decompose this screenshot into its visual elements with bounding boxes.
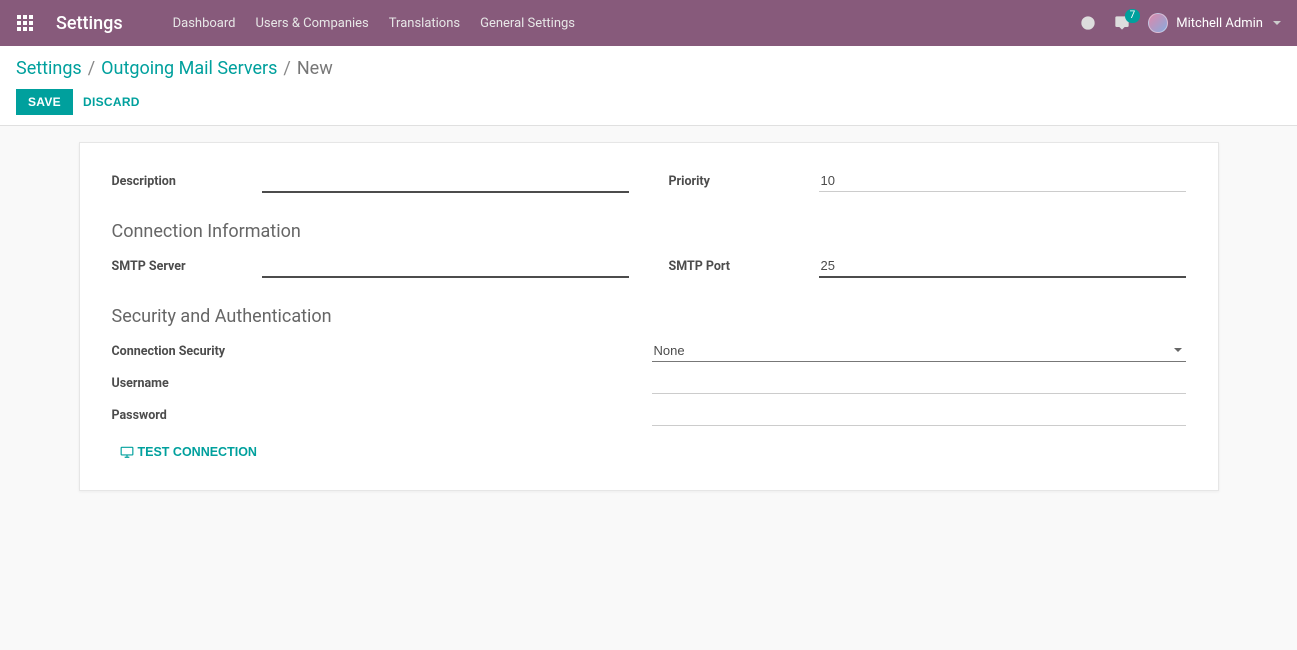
nav-users-companies[interactable]: Users & Companies — [245, 10, 378, 37]
smtp-port-input[interactable] — [819, 255, 1186, 278]
section-connection-info: Connection Information — [112, 221, 1186, 242]
apps-menu-icon[interactable] — [8, 6, 42, 40]
chevron-down-icon — [1273, 21, 1281, 25]
breadcrumb-parent[interactable]: Outgoing Mail Servers — [101, 58, 277, 79]
discuss-badge: 7 — [1125, 9, 1141, 23]
description-input[interactable] — [262, 170, 629, 193]
connection-security-select[interactable] — [652, 340, 1186, 362]
systray: 7 Mitchell Admin — [1080, 13, 1281, 33]
form-sheet: Description Priority Connection Informat… — [79, 142, 1219, 491]
breadcrumb-sep: / — [88, 58, 95, 79]
section-security-auth: Security and Authentication — [112, 306, 1186, 327]
app-brand[interactable]: Settings — [56, 13, 123, 34]
action-buttons: SAVE DISCARD — [16, 89, 1281, 115]
breadcrumb-root[interactable]: Settings — [16, 58, 82, 79]
top-navbar: Settings Dashboard Users & Companies Tra… — [0, 0, 1297, 46]
breadcrumb-sep: / — [283, 58, 290, 79]
description-label: Description — [112, 174, 262, 189]
password-input[interactable] — [652, 404, 1186, 426]
connection-security-label: Connection Security — [112, 344, 652, 359]
test-connection-button[interactable]: TEST CONNECTION — [120, 445, 257, 459]
smtp-server-label: SMTP Server — [112, 259, 262, 274]
discard-button[interactable]: DISCARD — [83, 95, 140, 109]
user-name: Mitchell Admin — [1176, 16, 1263, 31]
username-input[interactable] — [652, 372, 1186, 394]
save-button[interactable]: SAVE — [16, 89, 73, 115]
priority-label: Priority — [669, 174, 819, 189]
smtp-port-label: SMTP Port — [669, 259, 819, 274]
control-panel: Settings / Outgoing Mail Servers / New S… — [0, 46, 1297, 126]
priority-input[interactable] — [819, 170, 1186, 192]
activity-icon[interactable] — [1080, 15, 1096, 31]
smtp-server-input[interactable] — [262, 255, 629, 278]
test-connection-label: TEST CONNECTION — [138, 445, 257, 459]
nav-dashboard[interactable]: Dashboard — [163, 10, 246, 37]
user-menu[interactable]: Mitchell Admin — [1148, 13, 1281, 33]
breadcrumb: Settings / Outgoing Mail Servers / New — [16, 58, 1281, 79]
nav-translations[interactable]: Translations — [379, 10, 470, 37]
breadcrumb-current: New — [297, 58, 333, 79]
password-label: Password — [112, 408, 652, 423]
username-label: Username — [112, 376, 652, 391]
form-area: Description Priority Connection Informat… — [0, 126, 1297, 491]
top-nav: Dashboard Users & Companies Translations… — [163, 10, 585, 37]
avatar — [1148, 13, 1168, 33]
nav-general-settings[interactable]: General Settings — [470, 10, 585, 37]
discuss-icon[interactable]: 7 — [1114, 15, 1130, 31]
